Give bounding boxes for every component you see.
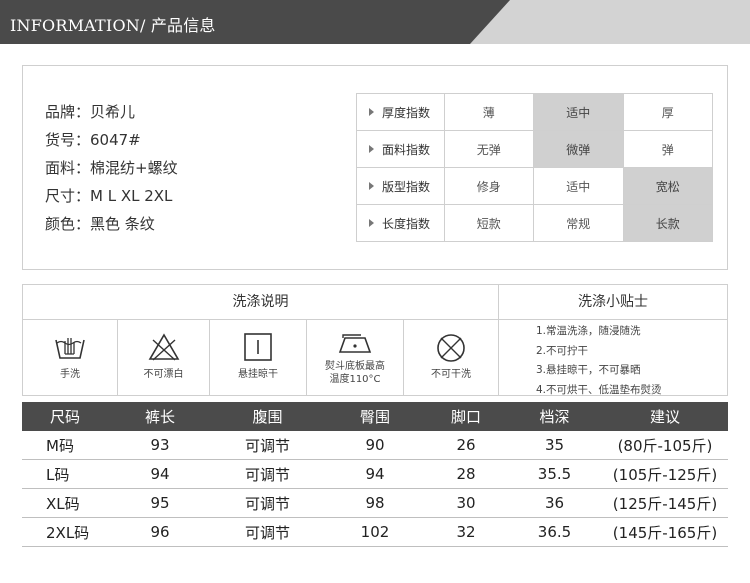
- care-iron: 熨斗底板最高 温度110°C: [307, 320, 404, 395]
- rating-option-selected: 微弹: [533, 130, 624, 168]
- rating-row-fabric: 面料指数 无弹 微弹 弹: [356, 130, 713, 168]
- cell-suggest: (125斤-145斤): [602, 488, 728, 518]
- cell-suggest: (145斤-165斤): [602, 517, 728, 547]
- cell-hip: 102: [325, 517, 425, 547]
- triangle-icon: [369, 219, 374, 227]
- spec-sizes: 尺寸：M L XL 2XL: [45, 187, 173, 205]
- tip-item: 3.悬挂晾干，不可暴晒: [536, 364, 641, 376]
- page-title: INFORMATION/ 产品信息: [10, 16, 216, 35]
- care-label: 手洗: [60, 369, 80, 380]
- cell-waist: 可调节: [210, 459, 325, 489]
- cell-rise: 35: [507, 431, 602, 460]
- cell-length: 95: [110, 488, 210, 518]
- rating-option-selected: 宽松: [622, 167, 713, 205]
- col-header-hip: 臀围: [325, 402, 425, 431]
- size-table-header: 尺码 裤长 腹围 臀围 脚口 档深 建议: [22, 402, 728, 431]
- cell-hip: 94: [325, 459, 425, 489]
- col-header-waist: 腹围: [210, 402, 325, 431]
- wash-title: 洗涤说明: [23, 285, 499, 320]
- cell-length: 94: [110, 459, 210, 489]
- rating-label: 面料指数: [382, 142, 431, 157]
- rating-option: 短款: [443, 204, 535, 242]
- cell-size: L码: [22, 459, 110, 489]
- care-label: 不可干洗: [431, 369, 471, 380]
- cell-hem: 32: [425, 517, 507, 547]
- rating-table: 厚度指数 薄 适中 厚 面料指数 无弹 微弹 弹 版型指数 修身 适中 宽松 长…: [356, 93, 713, 242]
- cell-size: M码: [22, 431, 110, 460]
- cell-waist: 可调节: [210, 517, 325, 547]
- spec-fabric: 面料：棉混纺+螺纹: [45, 159, 178, 177]
- rating-label: 长度指数: [382, 216, 431, 231]
- table-row: 2XL码 96 可调节 102 32 36.5 (145斤-165斤): [22, 517, 728, 547]
- triangle-icon: [369, 145, 374, 153]
- cell-suggest: (80斤-105斤): [602, 431, 728, 460]
- rating-option: 弹: [622, 130, 713, 168]
- size-table: 尺码 裤长 腹围 臀围 脚口 档深 建议 M码 93 可调节 90 26 35 …: [22, 402, 728, 547]
- rating-row-thickness: 厚度指数 薄 适中 厚: [356, 93, 713, 131]
- care-no-bleach: 不可漂白: [118, 320, 210, 395]
- cell-hem: 30: [425, 488, 507, 518]
- triangle-icon: [369, 182, 374, 190]
- col-header-suggest: 建议: [602, 402, 728, 431]
- spec-list: 品牌：贝希儿 货号：6047# 面料：棉混纺+螺纹 尺寸：M L XL 2XL …: [45, 98, 178, 238]
- cell-suggest: (105斤-125斤): [602, 459, 728, 489]
- care-label-line2: 温度110°C: [329, 374, 381, 385]
- col-header-hem: 脚口: [425, 402, 507, 431]
- rating-option: 无弹: [443, 130, 535, 168]
- col-header-rise: 档深: [507, 402, 602, 431]
- spec-brand: 品牌：贝希儿: [45, 103, 136, 121]
- rating-option: 适中: [533, 167, 624, 205]
- rating-option: 常规: [533, 204, 624, 242]
- rating-option-selected: 适中: [533, 93, 624, 131]
- hang-dry-icon: [244, 333, 272, 361]
- wash-tips-list: 1.常温洗涤，随浸随洗 2.不可拧干 3.悬挂晾干，不可暴晒 4.不可烘干、低温…: [536, 322, 662, 400]
- tip-item: 1.常温洗涤，随浸随洗: [536, 325, 641, 337]
- rating-label: 版型指数: [382, 179, 431, 194]
- spec-color: 颜色：黑色 条纹: [45, 215, 155, 233]
- cell-waist: 可调节: [210, 488, 325, 518]
- triangle-icon: [369, 108, 374, 116]
- table-row: XL码 95 可调节 98 30 36 (125斤-145斤): [22, 488, 728, 518]
- care-hang-dry: 悬挂晾干: [210, 320, 307, 395]
- iron-icon: [338, 334, 372, 353]
- rating-row-length: 长度指数 短款 常规 长款: [356, 204, 713, 242]
- col-header-size: 尺码: [22, 402, 110, 431]
- cell-rise: 35.5: [507, 459, 602, 489]
- tip-item: 2.不可拧干: [536, 344, 589, 357]
- hand-wash-icon: [55, 338, 85, 359]
- cell-hem: 28: [425, 459, 507, 489]
- rating-option: 修身: [443, 167, 535, 205]
- care-label: 悬挂晾干: [238, 369, 278, 380]
- cell-rise: 36: [507, 488, 602, 518]
- col-header-length: 裤长: [110, 402, 210, 431]
- care-label-line1: 熨斗底板最高: [325, 361, 385, 372]
- care-label: 不可漂白: [143, 369, 184, 380]
- cell-waist: 可调节: [210, 431, 325, 460]
- spec-item-number: 货号：6047#: [45, 131, 141, 149]
- cell-length: 96: [110, 517, 210, 547]
- table-row: M码 93 可调节 90 26 35 (80斤-105斤): [22, 431, 728, 460]
- cell-length: 93: [110, 431, 210, 460]
- care-hand-wash: 手洗: [23, 320, 118, 395]
- cell-hem: 26: [425, 431, 507, 460]
- wash-tips-title: 洗涤小贴士: [499, 285, 727, 320]
- table-row: L码 94 可调节 94 28 35.5 (105斤-125斤): [22, 459, 728, 489]
- rating-label: 厚度指数: [382, 105, 431, 120]
- cell-hip: 90: [325, 431, 425, 460]
- no-dry-clean-icon: [437, 334, 465, 362]
- header-diagonal: [470, 0, 510, 44]
- tip-item: 4.不可烘干、低温垫布熨烫: [536, 383, 662, 396]
- rating-option-selected: 长款: [622, 204, 713, 242]
- rating-option: 厚: [622, 93, 713, 131]
- cell-size: 2XL码: [22, 517, 110, 547]
- care-label: 熨斗底板最高 温度110°C: [307, 360, 403, 386]
- cell-hip: 98: [325, 488, 425, 518]
- care-no-dry-clean: 不可干洗: [404, 320, 499, 395]
- no-bleach-icon: [148, 333, 179, 361]
- info-header: INFORMATION/ 产品信息: [0, 0, 750, 44]
- cell-rise: 36.5: [507, 517, 602, 547]
- rating-option: 薄: [443, 93, 535, 131]
- cell-size: XL码: [22, 488, 110, 518]
- rating-row-fit: 版型指数 修身 适中 宽松: [356, 167, 713, 205]
